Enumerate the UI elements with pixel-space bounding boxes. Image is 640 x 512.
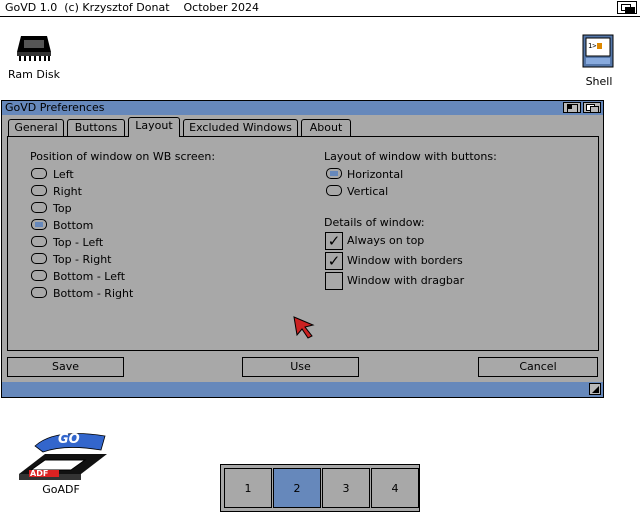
screen-depth-icon[interactable] [617,1,637,14]
preferences-window: GoVD Preferences General Buttons Layout … [1,100,604,398]
goadf-icon-group[interactable]: GO ADF GoADF [10,428,110,498]
save-button[interactable]: Save [7,357,124,377]
checkbox-window-with-borders[interactable]: ✓ [325,252,343,270]
radio-bottom-left[interactable] [31,270,47,281]
ram-disk-icon-group[interactable]: Ram Disk [5,30,63,86]
goadf-logo-text: GO [58,432,80,447]
radio-vertical-label: Vertical [347,185,389,198]
radio-top-left[interactable] [31,236,47,247]
desktop-switcher: 1 2 3 4 [220,464,420,512]
screen-title-bar: GoVD 1.0 (c) Krzysztof Donat October 202… [0,0,640,17]
radio-bottom-right[interactable] [31,287,47,298]
position-heading: Position of window on WB screen: [30,150,216,163]
shell-icon-group[interactable]: 1> Shell [578,32,620,90]
window-title-bar[interactable]: GoVD Preferences [2,101,603,115]
use-button[interactable]: Use [242,357,359,377]
desktop-button-1[interactable]: 1 [224,468,272,508]
depth-icon[interactable] [583,102,601,113]
shell-label: Shell [585,75,613,88]
layout-panel: Position of window on WB screen: Left Ri… [7,136,599,351]
radio-top[interactable] [31,202,47,213]
radio-bottom[interactable] [31,219,47,230]
window-title: GoVD Preferences [5,101,105,114]
goadf-badge: ADF [30,469,49,478]
radio-horizontal-label: Horizontal [347,168,404,181]
details-heading: Details of window: [324,216,425,229]
mouse-pointer-icon [293,316,315,339]
svg-text:1>: 1> [588,42,596,50]
radio-horizontal[interactable] [326,168,342,179]
goadf-label: GoADF [42,483,80,496]
tab-excluded-windows[interactable]: Excluded Windows [183,119,298,136]
radio-top-left-label: Top - Left [53,236,104,249]
radio-left[interactable] [31,168,47,179]
radio-bottom-left-label: Bottom - Left [53,270,126,283]
checkbox-window-with-dragbar[interactable] [325,272,343,290]
desktop-button-2[interactable]: 2 [273,468,321,508]
radio-right-label: Right [53,185,82,198]
desktop-button-3[interactable]: 3 [322,468,370,508]
screen-title: GoVD 1.0 (c) Krzysztof Donat October 202… [5,1,260,14]
tab-general[interactable]: General [8,119,64,136]
radio-top-label: Top [53,202,72,215]
ram-disk-icon[interactable] [15,32,53,62]
zoom-icon[interactable] [563,102,581,113]
radio-bottom-label: Bottom [53,219,94,232]
radio-top-right[interactable] [31,253,47,264]
radio-vertical[interactable] [326,185,342,196]
layout-heading: Layout of window with buttons: [324,150,497,163]
tab-buttons[interactable]: Buttons [67,119,125,136]
ram-disk-label: Ram Disk [8,68,60,81]
radio-top-right-label: Top - Right [53,253,112,266]
resize-icon[interactable] [589,383,601,395]
radio-left-label: Left [53,168,74,181]
checkbox-always-on-top-label: Always on top [347,234,425,247]
tab-about[interactable]: About [301,119,351,136]
desktop-button-4[interactable]: 4 [371,468,419,508]
window-bottom-border [2,382,603,397]
radio-right[interactable] [31,185,47,196]
checkbox-window-with-borders-label: Window with borders [347,254,463,267]
cancel-button[interactable]: Cancel [478,357,598,377]
tab-layout[interactable]: Layout [128,117,180,137]
checkbox-always-on-top[interactable]: ✓ [325,232,343,250]
shell-icon[interactable]: 1> [582,34,614,68]
checkbox-window-with-dragbar-label: Window with dragbar [347,274,465,287]
radio-bottom-right-label: Bottom - Right [53,287,134,300]
